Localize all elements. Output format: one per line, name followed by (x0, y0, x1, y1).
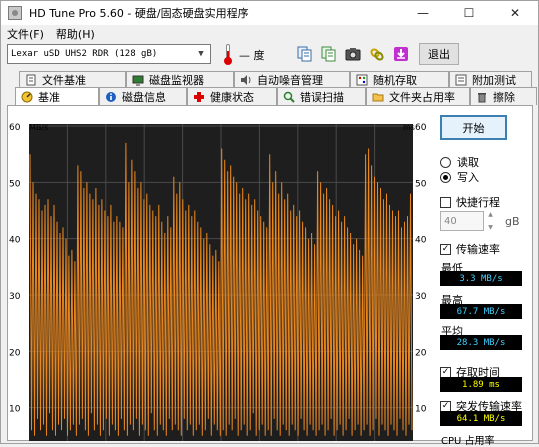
transfer-rate-checkbox[interactable]: ✓ (440, 243, 451, 255)
menu-file[interactable]: 文件(F) (1, 26, 50, 42)
info-icon (104, 90, 117, 103)
app-window: HD Tune Pro 5.60 - 硬盘/固态硬盘实用程序 — ☐ ✕ 文件(… (0, 0, 539, 447)
y-right-unit: ms (403, 123, 415, 132)
random-icon (355, 74, 368, 87)
tab-benchmark[interactable]: 基准 (15, 87, 99, 105)
menu-help[interactable]: 帮助(H) (50, 26, 101, 42)
copy-icon[interactable] (294, 43, 316, 65)
short-stroke-label: 快捷行程 (456, 196, 500, 209)
y-left-tick: 30 (9, 292, 21, 302)
access-time-checkbox[interactable]: ✓ (440, 366, 451, 378)
y-right-tick: 30 (415, 292, 427, 302)
tab-label: 文件基准 (42, 74, 86, 87)
exit-button[interactable]: 退出 (419, 43, 459, 65)
tab-label: 健康状态 (210, 90, 254, 104)
extra-icon (454, 74, 467, 87)
read-label: 读取 (457, 156, 479, 169)
y-left-tick: 20 (9, 348, 21, 358)
camera-icon[interactable] (342, 43, 364, 65)
y-right-tick: 50 (415, 179, 427, 189)
scan-icon (282, 90, 295, 103)
tab-disk-monitor[interactable]: 磁盘监视器 (126, 71, 234, 88)
burst-rate-value: 64.1 MB/s (440, 411, 522, 426)
toolbar: Lexar uSD UHS2 RDR (128 gB) ▼ — 度 退出 (1, 42, 538, 66)
close-button[interactable]: ✕ (492, 1, 538, 25)
short-stroke-checkbox[interactable] (440, 196, 451, 208)
y-right-tick: 20 (415, 348, 427, 358)
app-logo-icon (8, 6, 22, 20)
short-stroke-input[interactable]: 40 (440, 211, 484, 231)
tab-label: 磁盘信息 (122, 90, 166, 104)
tab-label: 文件夹占用率 (389, 90, 455, 104)
benchmark-icon (20, 90, 33, 103)
short-stroke-spinner[interactable]: ▲ ▼ (486, 211, 495, 231)
tab-file-benchmark[interactable]: 文件基准 (19, 71, 126, 88)
avg-value: 28.3 MB/s (440, 335, 522, 350)
tab-error-scan[interactable]: 错误扫描 (277, 87, 366, 105)
write-label: 写入 (457, 171, 479, 184)
title-bar[interactable]: HD Tune Pro 5.60 - 硬盘/固态硬盘实用程序 — ☐ ✕ (1, 1, 538, 25)
y-left-tick: 40 (9, 236, 21, 246)
tab-label: 附加测试 (472, 74, 516, 87)
tab-extra-tests[interactable]: 附加测试 (449, 71, 532, 88)
tab-random-access[interactable]: 随机存取 (350, 71, 449, 88)
tab-erase[interactable]: 擦除 (470, 87, 537, 105)
tab-label: 随机存取 (373, 74, 417, 87)
temperature-value: — 度 (239, 49, 265, 62)
tab-label: 错误扫描 (300, 90, 344, 104)
tab-label: 磁盘监视器 (149, 74, 204, 87)
start-button[interactable]: 开始 (440, 115, 507, 140)
tab-noise-management[interactable]: 自动噪音管理 (234, 71, 350, 88)
tab-label: 自动噪音管理 (257, 74, 323, 87)
transfer-rate-option[interactable]: ✓ 传输速率 (440, 241, 500, 257)
minimize-button[interactable]: — (400, 1, 446, 25)
health-icon (192, 90, 205, 103)
read-option[interactable]: 读取 (440, 154, 479, 170)
drive-select-value: Lexar uSD UHS2 RDR (128 gB) (11, 49, 158, 59)
y-right-tick: 60 (415, 123, 427, 133)
burst-rate-checkbox[interactable]: ✓ (440, 400, 451, 412)
monitor-icon (131, 74, 144, 87)
short-stroke-option[interactable]: 快捷行程 (440, 194, 500, 210)
window-title: HD Tune Pro 5.60 - 硬盘/固态硬盘实用程序 (29, 7, 249, 20)
tabs-row-bottom: 基准 磁盘信息 健康状态 错误扫描 文件夹占用率 擦除 (15, 87, 537, 105)
link-icon[interactable] (366, 43, 388, 65)
y-left-tick: 60 (9, 123, 21, 133)
chart-svg: 60 50 40 30 20 10 60 50 40 30 20 10 MB/s ms (9, 123, 427, 441)
write-option[interactable]: 写入 (440, 169, 479, 185)
control-panel: 开始 读取 写入 快捷行程 40 ▲ ▼ gB ✓ 传输速率 最低 3.3 MB/… (439, 114, 531, 447)
tabs-row-top: 文件基准 磁盘监视器 自动噪音管理 随机存取 附加测试 (19, 71, 532, 88)
thermometer-icon (223, 44, 233, 65)
maximize-button[interactable]: ☐ (446, 1, 492, 25)
menu-bar: 文件(F) 帮助(H) (1, 25, 538, 42)
tab-label: 擦除 (493, 90, 515, 104)
copy-all-icon[interactable] (318, 43, 340, 65)
y-left-tick: 50 (9, 179, 21, 189)
chevron-down-icon[interactable]: ▼ (194, 47, 208, 61)
folder-icon (371, 90, 384, 103)
short-stroke-unit: gB (505, 215, 520, 228)
access-time-value: 1.89 ms (440, 377, 522, 392)
speaker-icon (239, 74, 252, 87)
benchmark-chart: 60 50 40 30 20 10 60 50 40 30 20 10 MB/s ms (7, 118, 427, 441)
y-left-tick: 10 (9, 405, 21, 415)
download-icon[interactable] (390, 43, 412, 65)
tab-label: 基准 (38, 90, 60, 104)
cpu-usage-label: CPU 占用率 (441, 436, 495, 447)
tab-disk-info[interactable]: 磁盘信息 (99, 87, 187, 105)
transfer-rate-label: 传输速率 (456, 243, 500, 256)
y-left-unit: MB/s (29, 123, 48, 132)
tab-folder-usage[interactable]: 文件夹占用率 (366, 87, 470, 105)
min-value: 3.3 MB/s (440, 271, 522, 286)
write-radio[interactable] (440, 171, 451, 183)
read-radio[interactable] (440, 156, 451, 168)
y-right-tick: 40 (415, 236, 427, 246)
y-right-tick: 10 (415, 405, 427, 415)
max-value: 67.7 MB/s (440, 304, 522, 319)
file-icon (24, 74, 37, 87)
trash-icon (475, 90, 488, 103)
tab-health[interactable]: 健康状态 (187, 87, 277, 105)
drive-select[interactable]: Lexar uSD UHS2 RDR (128 gB) ▼ (7, 44, 211, 64)
